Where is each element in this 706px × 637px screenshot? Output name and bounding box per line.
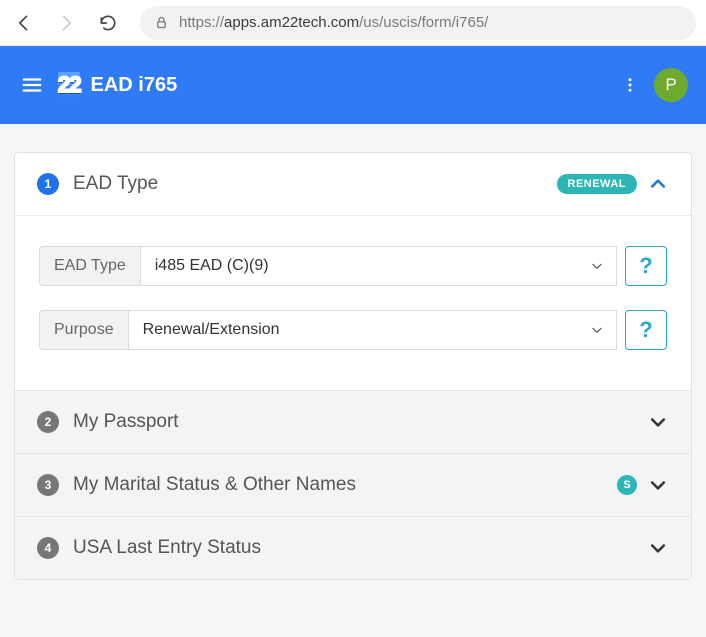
browser-chrome: https://apps.am22tech.com/us/uscis/form/…	[0, 0, 706, 46]
step-number: 2	[37, 411, 59, 433]
address-text: https://apps.am22tech.com/us/uscis/form/…	[179, 14, 488, 31]
help-button[interactable]: ?	[625, 246, 667, 286]
section-marital-status: 3 My Marital Status & Other Names S	[15, 453, 691, 516]
avatar[interactable]: P	[654, 68, 688, 102]
app-logo[interactable]: 22	[58, 72, 80, 98]
field-purpose: Purpose Renewal/Extension ?	[39, 310, 667, 350]
field-ead-type: EAD Type i485 EAD (C)(9) ?	[39, 246, 667, 286]
expand-toggle[interactable]	[647, 474, 669, 496]
step-number: 3	[37, 474, 59, 496]
section-ead-type: 1 EAD Type RENEWAL EAD Type i485 EAD (C)…	[15, 153, 691, 390]
expand-toggle[interactable]	[647, 537, 669, 559]
field-label: Purpose	[39, 310, 128, 350]
form-panel: 1 EAD Type RENEWAL EAD Type i485 EAD (C)…	[14, 152, 692, 580]
kebab-icon	[621, 76, 639, 94]
address-bar[interactable]: https://apps.am22tech.com/us/uscis/form/…	[140, 6, 696, 40]
purpose-select[interactable]: Renewal/Extension	[128, 310, 617, 350]
reload-button[interactable]	[94, 9, 122, 37]
status-badge-renewal: RENEWAL	[557, 174, 638, 194]
app-header: 22 EAD i765 P	[0, 46, 706, 124]
section-title: EAD Type	[73, 173, 557, 195]
menu-button[interactable]	[18, 71, 46, 99]
section-header-marital-status[interactable]: 3 My Marital Status & Other Names S	[15, 454, 691, 516]
chevron-down-icon	[590, 259, 604, 273]
collapse-toggle[interactable]	[647, 173, 669, 195]
section-header-my-passport[interactable]: 2 My Passport	[15, 391, 691, 453]
help-button[interactable]: ?	[625, 310, 667, 350]
section-my-passport: 2 My Passport	[15, 390, 691, 453]
hamburger-icon	[21, 74, 43, 96]
expand-toggle[interactable]	[647, 411, 669, 433]
ead-type-select[interactable]: i485 EAD (C)(9)	[140, 246, 617, 286]
section-title: My Passport	[73, 411, 647, 433]
arrow-right-icon	[56, 13, 76, 33]
section-body-ead-type: EAD Type i485 EAD (C)(9) ? Purpose Renew…	[15, 215, 691, 390]
section-title: USA Last Entry Status	[73, 537, 647, 559]
back-button[interactable]	[10, 9, 38, 37]
section-usa-last-entry: 4 USA Last Entry Status	[15, 516, 691, 579]
lock-icon	[154, 15, 169, 30]
app-title: EAD i765	[90, 74, 177, 97]
forward-button[interactable]	[52, 9, 80, 37]
chevron-down-icon	[648, 475, 668, 495]
field-label: EAD Type	[39, 246, 140, 286]
reload-icon	[98, 13, 118, 33]
status-badge-s: S	[617, 475, 637, 495]
more-button[interactable]	[616, 71, 644, 99]
chevron-up-icon	[648, 174, 668, 194]
select-value: i485 EAD (C)(9)	[155, 257, 269, 275]
section-title: My Marital Status & Other Names	[73, 474, 617, 496]
chevron-down-icon	[648, 412, 668, 432]
arrow-left-icon	[14, 13, 34, 33]
step-number: 4	[37, 537, 59, 559]
select-value: Renewal/Extension	[143, 321, 280, 339]
section-header-ead-type[interactable]: 1 EAD Type RENEWAL	[15, 153, 691, 215]
step-number: 1	[37, 173, 59, 195]
chevron-down-icon	[648, 538, 668, 558]
chevron-down-icon	[590, 323, 604, 337]
section-header-usa-last-entry[interactable]: 4 USA Last Entry Status	[15, 517, 691, 579]
